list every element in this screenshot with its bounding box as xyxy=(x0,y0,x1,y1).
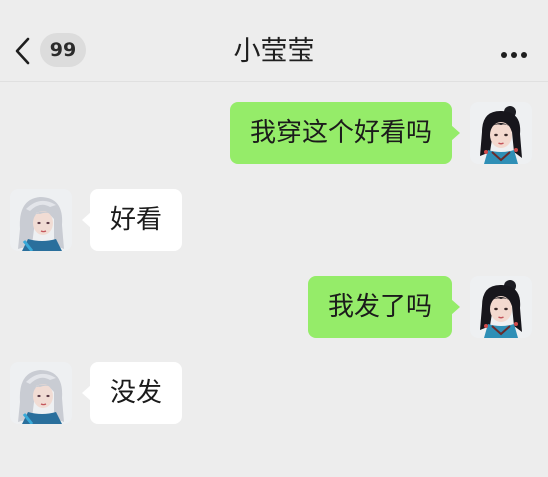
chat-screen: 99 小莹莹 我穿这个好看吗 好看 我发了吗 没发 xyxy=(0,0,548,477)
bubble-tail xyxy=(451,125,460,141)
message-row: 我发了吗 xyxy=(0,276,548,338)
girl-dark-hair-avatar-image xyxy=(470,102,532,164)
message-row: 没发 xyxy=(0,362,548,424)
bubble-tail xyxy=(82,385,91,401)
message-text: 我发了吗 xyxy=(327,292,432,322)
message-text: 没发 xyxy=(110,378,163,408)
girl-silver-hair-avatar-image xyxy=(10,362,72,424)
back-button[interactable] xyxy=(12,36,34,66)
message-bubble-sent[interactable]: 我发了吗 xyxy=(307,276,460,338)
chat-title: 小莹莹 xyxy=(233,36,315,67)
message-text: 我穿这个好看吗 xyxy=(249,118,432,148)
contact-avatar[interactable] xyxy=(10,189,72,251)
girl-dark-hair-avatar-image xyxy=(470,276,532,338)
message-row: 我穿这个好看吗 xyxy=(0,102,548,164)
bubble-tail xyxy=(82,212,91,228)
chat-header: 99 小莹莹 xyxy=(0,0,548,82)
chevron-left-icon xyxy=(15,37,30,65)
unread-count-badge[interactable]: 99 xyxy=(40,33,86,67)
my-avatar[interactable] xyxy=(470,102,532,164)
girl-silver-hair-avatar-image xyxy=(10,189,72,251)
message-bubble-sent[interactable]: 我穿这个好看吗 xyxy=(229,102,460,164)
contact-avatar[interactable] xyxy=(10,362,72,424)
message-bubble-received[interactable]: 好看 xyxy=(82,189,183,251)
more-options-button[interactable] xyxy=(500,45,528,58)
message-bubble-received[interactable]: 没发 xyxy=(82,362,183,424)
bubble-tail xyxy=(451,299,460,315)
my-avatar[interactable] xyxy=(470,276,532,338)
more-dots-icon xyxy=(501,52,527,58)
message-text: 好看 xyxy=(110,205,163,235)
message-row: 好看 xyxy=(0,189,548,251)
